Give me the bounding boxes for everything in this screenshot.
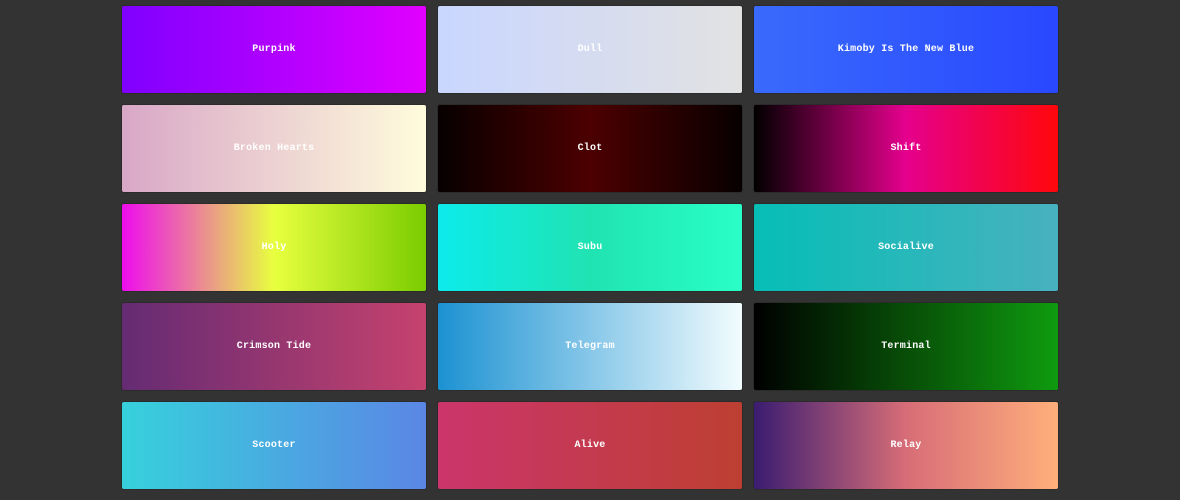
gradient-card-label: Purpink [252,44,296,55]
gradient-card-label: Broken Hearts [233,143,315,154]
gradient-card-terminal[interactable]: Terminal [754,303,1058,390]
gradient-card-crimson-tide[interactable]: Crimson Tide [122,303,426,390]
gradient-card-label: Relay [890,440,922,451]
gradient-grid: Purpink Dull Kimoby Is The New Blue Brok… [122,6,1058,489]
gradient-card-relay[interactable]: Relay [754,402,1058,489]
gradient-card-label: Socialive [878,242,934,253]
gradient-card-holy[interactable]: Holy [122,204,426,291]
gradient-card-kimoby-is-the-new-blue[interactable]: Kimoby Is The New Blue [754,6,1058,93]
gradient-card-label: Holy [261,242,287,253]
gradient-card-label: Terminal [881,341,931,352]
gradient-card-label: Alive [574,440,606,451]
gradient-card-label: Dull [577,44,603,55]
gradient-card-shift[interactable]: Shift [754,105,1058,192]
gradient-card-broken-hearts[interactable]: Broken Hearts [122,105,426,192]
gradient-card-label: Subu [577,242,603,253]
gradient-card-label: Crimson Tide [236,341,312,352]
gradient-card-dull[interactable]: Dull [438,6,742,93]
gradient-card-alive[interactable]: Alive [438,402,742,489]
gradient-card-scooter[interactable]: Scooter [122,402,426,489]
gradient-card-purpink[interactable]: Purpink [122,6,426,93]
gradient-card-label: Shift [890,143,922,154]
gradient-card-telegram[interactable]: Telegram [438,303,742,390]
gradient-card-socialive[interactable]: Socialive [754,204,1058,291]
gradient-card-label: Kimoby Is The New Blue [837,44,975,55]
gradient-card-subu[interactable]: Subu [438,204,742,291]
gradient-card-label: Clot [577,143,603,154]
gradient-card-clot[interactable]: Clot [438,105,742,192]
gradient-card-label: Scooter [252,440,296,451]
gradient-card-label: Telegram [565,341,615,352]
